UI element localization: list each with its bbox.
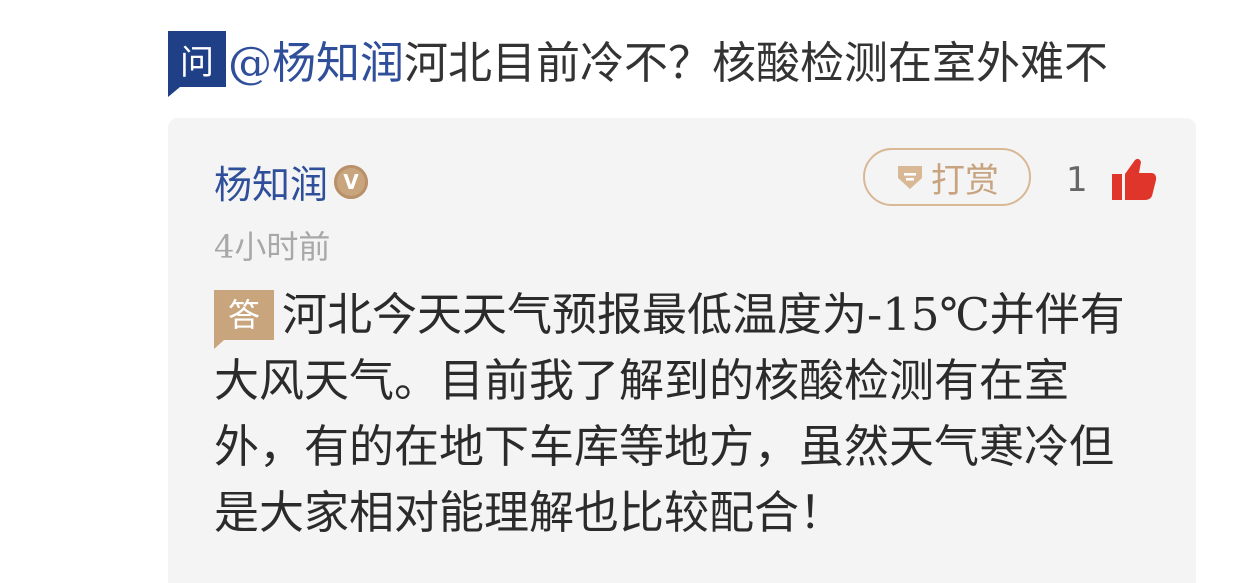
answer-card: 杨知润 V 4小时前 打赏 1 答河北今天天气预报最低温度为-15℃并伴有大风天… — [168, 118, 1196, 583]
post-time: 4小时前 — [214, 228, 331, 266]
mention-link[interactable]: @杨知润 — [228, 38, 404, 89]
page: 问 @杨知润河北目前冷不？核酸检测在室外难不 杨知润 V 4小时前 打赏 1 答… — [0, 0, 1242, 583]
verified-v-icon: V — [334, 164, 369, 199]
question-text-line: @杨知润河北目前冷不？核酸检测在室外难不 — [228, 27, 1108, 91]
answer-body: 答河北今天天气预报最低温度为-15℃并伴有大风天气。目前我了解到的核酸检测有在室… — [214, 282, 1134, 546]
tip-label: 打赏 — [931, 160, 999, 201]
tip-button[interactable]: 打赏 — [863, 148, 1031, 206]
answer-badge: 答 — [214, 290, 274, 349]
author-name[interactable]: 杨知润 — [214, 154, 328, 209]
question-badge: 问 — [168, 31, 226, 97]
question-text: 河北目前冷不？核酸检测在室外难不 — [404, 38, 1108, 89]
author-row: 杨知润 V — [214, 154, 369, 209]
thumbs-up-icon[interactable] — [1110, 156, 1158, 202]
like-count: 1 — [1066, 160, 1088, 200]
answer-text: 河北今天天气预报最低温度为-15℃并伴有大风天气。目前我了解到的核酸检测有在室外… — [214, 288, 1125, 539]
question-line: 问 @杨知润河北目前冷不？核酸检测在室外难不 — [168, 26, 1108, 97]
diamond-tip-icon — [898, 166, 922, 189]
